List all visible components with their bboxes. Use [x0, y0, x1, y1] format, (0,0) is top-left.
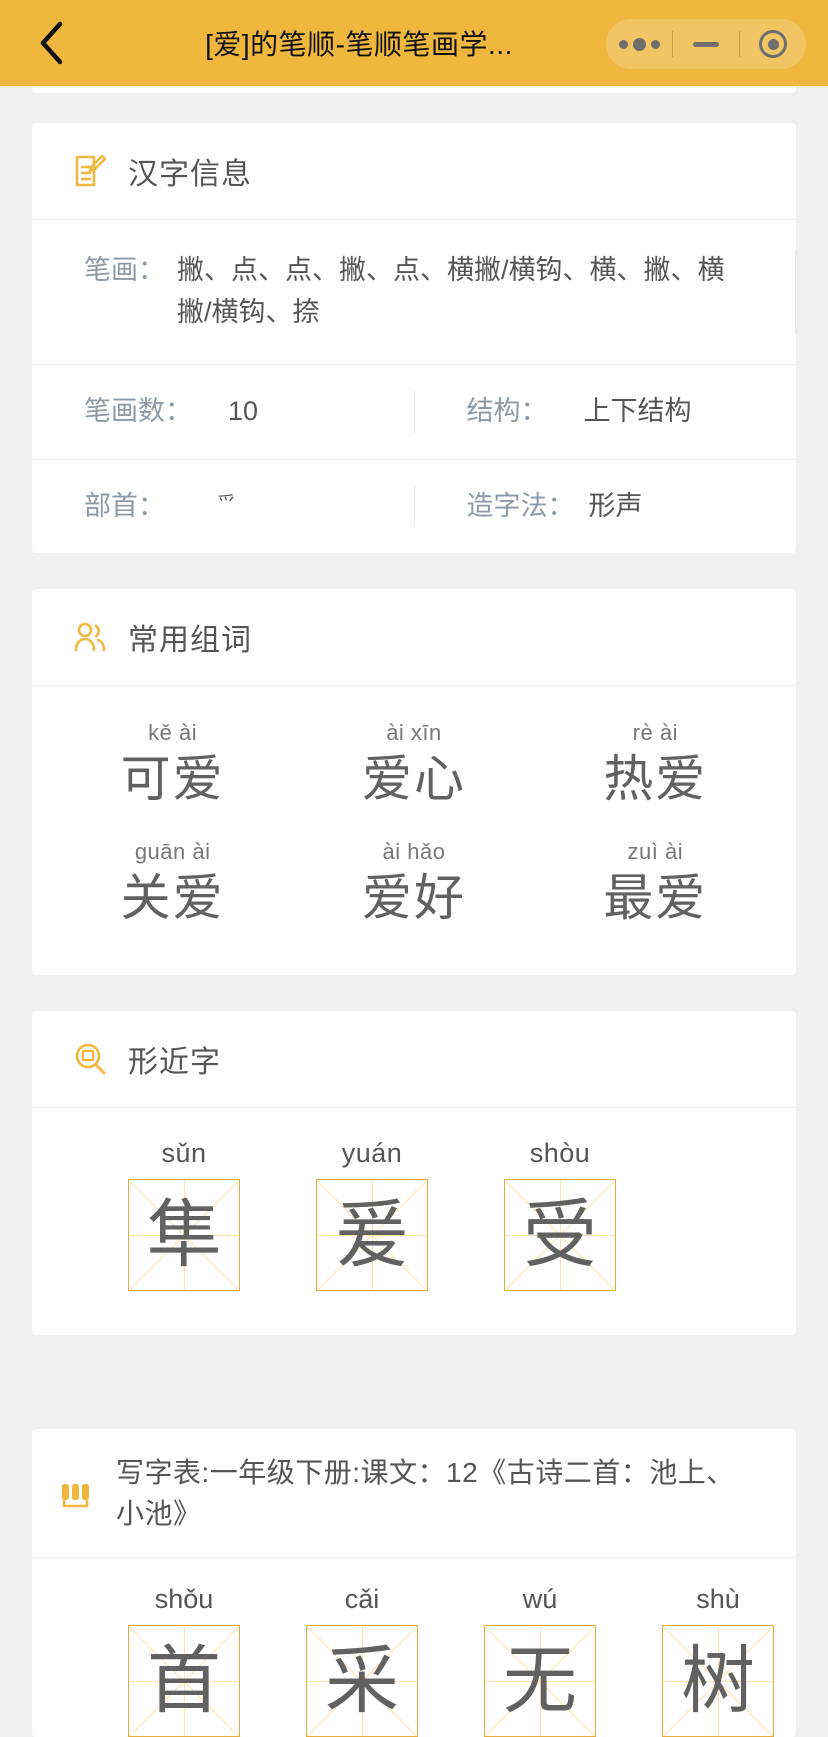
word-pinyin: ài xīn [386, 720, 442, 746]
stroke-count-value: 10 [228, 395, 259, 426]
word-pinyin: rè ài [632, 720, 678, 746]
stroke-order-label: 笔画： [84, 255, 165, 285]
formation-cell: 造字法： 形声 [413, 485, 797, 528]
word-item[interactable]: kě ài 可爱 [52, 720, 293, 811]
similar-character-pinyin: shòu [529, 1138, 591, 1169]
magnifier-icon [72, 1041, 108, 1077]
similar-characters-title: 形近字 [128, 1046, 221, 1080]
similar-characters-header: 形近字 [32, 1011, 796, 1109]
books-icon [58, 1476, 94, 1512]
stroke-count-cell: 笔画数： 10 [32, 391, 414, 433]
lesson-character-item[interactable]: cǎi 采 [306, 1584, 418, 1737]
tianzige-box: 无 [484, 1624, 596, 1737]
lesson-character-pinyin: wú [522, 1583, 558, 1614]
app-header: [爱]的笔顺-笔顺笔画学... [0, 0, 828, 86]
lesson-character-item[interactable]: shǒu 首 [128, 1584, 240, 1737]
lesson-character-item[interactable]: shù 树 [662, 1584, 774, 1737]
more-button[interactable] [606, 19, 672, 69]
minimize-dash-icon [693, 41, 719, 47]
radical-label: 部首： [84, 490, 165, 521]
users-icon [72, 619, 108, 655]
similar-character-item[interactable]: shòu 受 [504, 1138, 616, 1292]
formation-label: 造字法： [466, 490, 575, 521]
tianzige-box: 首 [128, 1624, 240, 1737]
target-circle-icon [759, 30, 787, 58]
radical-cell: 部首： 爫 [32, 486, 414, 528]
word-hanzi: 爱心 [361, 751, 466, 808]
common-words-grid: kě ài 可爱 ài xīn 爱心 rè ài 热爱 guān ài 关爱 à… [32, 686, 796, 975]
tianzige-box: 隼 [128, 1179, 240, 1292]
common-words-title: 常用组词 [128, 624, 252, 658]
miniprogram-capsule [606, 19, 806, 69]
similar-character-item[interactable]: sǔn 隼 [128, 1138, 240, 1292]
similar-character-hanzi: 隼 [147, 1193, 221, 1277]
lesson-title: 写字表:一年级下册:课文：12《古诗二首：池上、小池》 [116, 1457, 735, 1529]
minimize-button[interactable] [673, 19, 739, 69]
character-info-title: 汉字信息 [128, 158, 252, 191]
word-pinyin: ài hǎo [382, 838, 446, 864]
word-item[interactable]: rè ài 热爱 [535, 720, 776, 811]
lesson-character-hanzi: 采 [325, 1638, 399, 1722]
common-words-card: 常用组词 kě ài 可爱 ài xīn 爱心 rè ài 热爱 guān ài… [32, 589, 796, 976]
similar-character-hanzi: 爰 [335, 1193, 409, 1277]
lesson-character-pinyin: cǎi [344, 1583, 380, 1614]
structure-cell: 结构： 上下结构 [413, 390, 797, 433]
lesson-character-hanzi: 无 [503, 1638, 577, 1722]
tianzige-box: 采 [306, 1624, 418, 1737]
lesson-character-pinyin: shǒu [154, 1583, 214, 1614]
tianzige-box: 受 [504, 1179, 616, 1292]
close-button[interactable] [740, 19, 806, 69]
word-pinyin: guān ài [134, 838, 211, 864]
previous-card-edge [32, 86, 796, 93]
character-info-body: 笔画： 撇、点、点、撇、点、横撇/横钩、横、撇、横撇/横钩、捺 笔画数： 10 … [32, 220, 796, 553]
back-button[interactable] [22, 14, 80, 72]
similar-character-hanzi: 受 [523, 1193, 597, 1277]
similar-characters-card: 形近字 sǔn 隼 yuán 爰 shòu 受 [32, 1011, 796, 1336]
word-item[interactable]: ài xīn 爱心 [293, 720, 534, 811]
word-hanzi: 热爱 [603, 751, 708, 808]
similar-characters-grid: sǔn 隼 yuán 爰 shòu 受 [32, 1108, 796, 1335]
character-info-card: 汉字信息 笔画： 撇、点、点、撇、点、横撇/横钩、横、撇、横撇/横钩、捺 笔画数… [32, 123, 796, 554]
stroke-count-structure-row: 笔画数： 10 结构： 上下结构 [32, 363, 797, 459]
stroke-order-row: 笔画： 撇、点、点、撇、点、横撇/横钩、横、撇、横撇/横钩、捺 [32, 224, 796, 364]
word-item[interactable]: zuì ài 最爱 [535, 839, 776, 930]
stroke-count-label: 笔画数： [84, 395, 192, 426]
similar-character-pinyin: sǔn [161, 1138, 207, 1169]
lesson-character-pinyin: shù [696, 1583, 740, 1614]
similar-character-item[interactable]: yuán 爰 [316, 1138, 428, 1292]
common-words-header: 常用组词 [32, 589, 796, 687]
document-edit-icon [72, 153, 108, 189]
radical-formation-row: 部首： 爫 造字法： 形声 [32, 458, 797, 554]
structure-value: 上下结构 [583, 395, 692, 426]
lesson-card[interactable]: 写字表:一年级下册:课文：12《古诗二首：池上、小池》 shǒu 首 cǎi 采 [32, 1429, 796, 1737]
page-scroll-area[interactable]: 汉字信息 笔画： 撇、点、点、撇、点、横撇/横钩、横、撇、横撇/横钩、捺 笔画数… [0, 86, 828, 1737]
word-hanzi: 最爱 [603, 869, 708, 926]
stroke-order-cell: 笔画： 撇、点、点、撇、点、横撇/横钩、横、撇、横撇/横钩、捺 [32, 250, 796, 334]
word-hanzi: 可爱 [120, 751, 225, 808]
word-hanzi: 爱好 [361, 869, 466, 926]
structure-label: 结构： [466, 395, 548, 426]
word-item[interactable]: guān ài 关爱 [52, 839, 293, 930]
word-pinyin: zuì ài [627, 838, 684, 864]
tianzige-box: 树 [662, 1624, 774, 1737]
radical-value: 爫 [217, 493, 237, 515]
lesson-header: 写字表:一年级下册:课文：12《古诗二首：池上、小池》 [32, 1429, 796, 1558]
word-hanzi: 关爱 [120, 869, 225, 926]
word-item[interactable]: ài hǎo 爱好 [293, 839, 534, 930]
lesson-characters-grid: shǒu 首 cǎi 采 wú 无 shù 树 [32, 1558, 796, 1737]
lesson-character-hanzi: 首 [147, 1638, 221, 1722]
lesson-character-hanzi: 树 [681, 1638, 755, 1722]
chevron-left-icon [38, 21, 64, 65]
stroke-order-value: 撇、点、点、撇、点、横撇/横钩、横、撇、横撇/横钩、捺 [177, 255, 725, 327]
character-info-header: 汉字信息 [32, 123, 796, 220]
lesson-character-item[interactable]: wú 无 [484, 1584, 596, 1737]
more-dots-icon [618, 37, 660, 51]
word-pinyin: kě ài [148, 720, 198, 746]
formation-value: 形声 [588, 490, 643, 521]
tianzige-box: 爰 [316, 1179, 428, 1292]
similar-character-pinyin: yuán [341, 1138, 403, 1169]
